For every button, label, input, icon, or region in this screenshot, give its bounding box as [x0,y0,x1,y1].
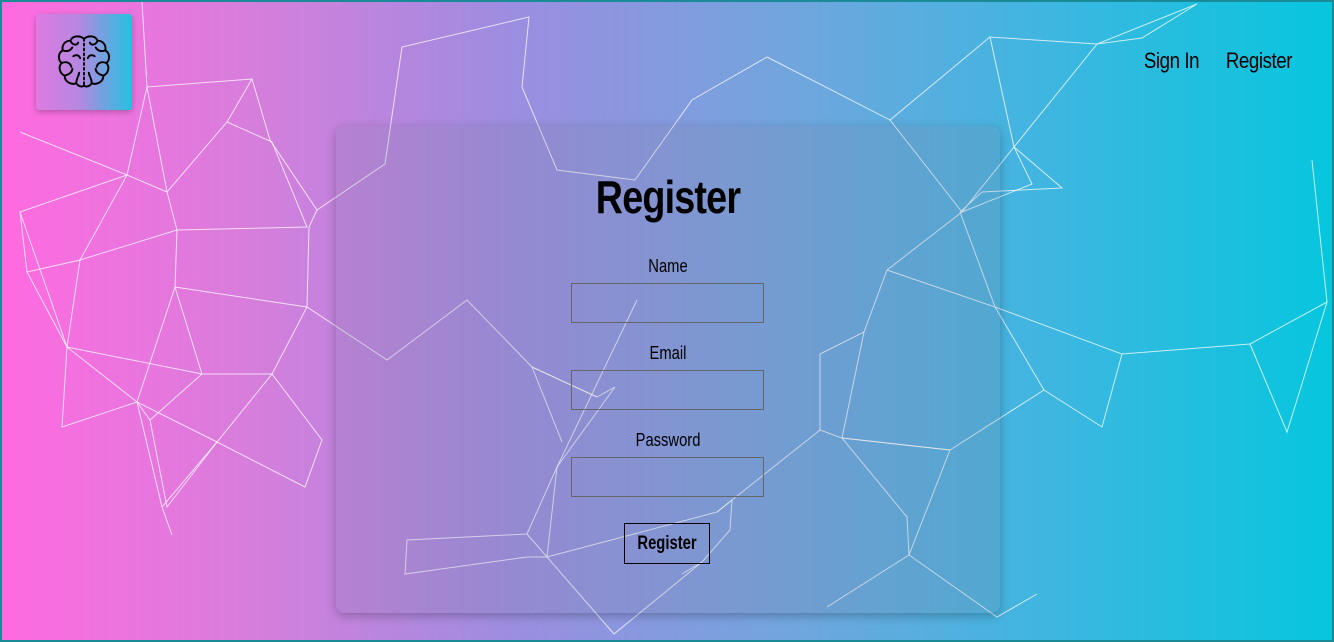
register-link[interactable]: Register [1226,48,1293,74]
name-field[interactable] [571,283,764,323]
register-button-label: Register [637,532,697,554]
name-label: Name [648,256,688,276]
email-field[interactable] [571,370,764,410]
password-label: Password [635,430,701,450]
email-label: Email [649,343,687,363]
brain-icon [57,35,111,88]
top-nav: Sign In Register [1139,48,1298,74]
register-button[interactable]: Register [624,523,710,564]
form-title: Register [595,171,741,223]
signin-link[interactable]: Sign In [1144,48,1200,74]
register-form-card: Register Name Email Password Register [336,126,1000,613]
password-field[interactable] [571,457,764,497]
logo[interactable] [36,14,132,110]
